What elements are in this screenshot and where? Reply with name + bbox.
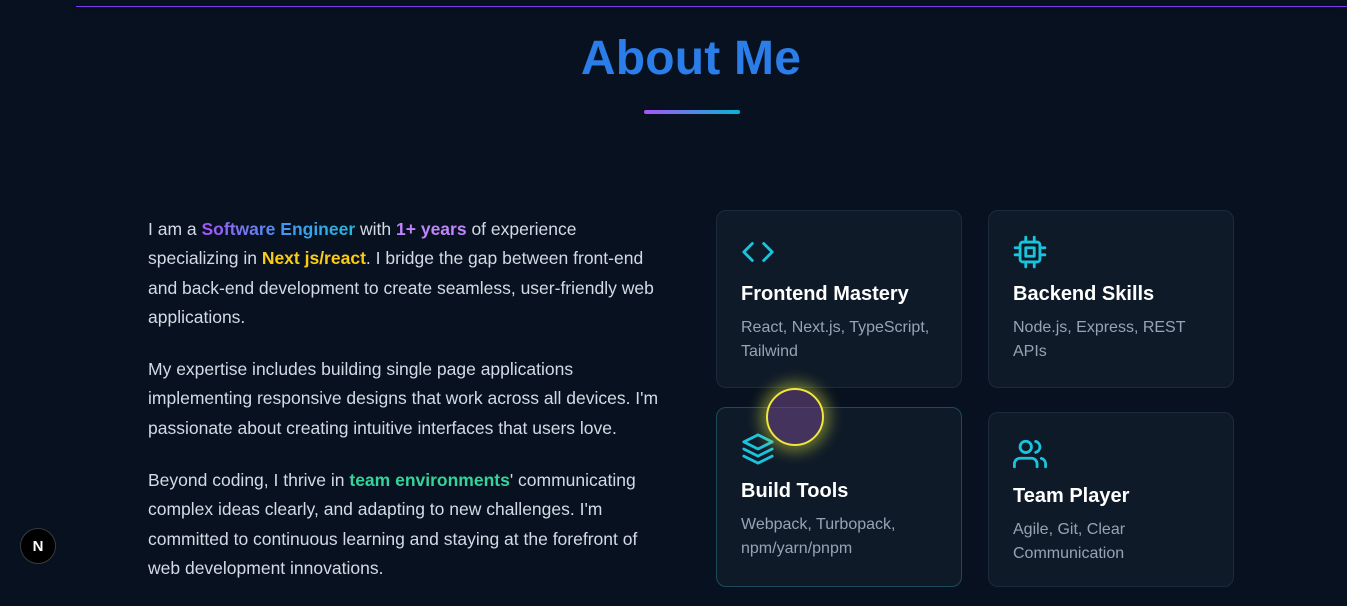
card-description: Webpack, Turbopack, npm/yarn/pnpm [741,516,896,557]
highlight-role: Software Engineer [201,219,356,239]
about-paragraph-1: I am a Software Engineer with 1+ years o… [148,219,654,327]
section-title: About Me [580,32,802,85]
card-title: Frontend Mastery [741,283,909,305]
header-divider [76,6,1347,7]
card-description: Node.js, Express, REST APIs [1013,319,1186,360]
code-icon [741,235,775,269]
skill-card-team-player[interactable]: Team Player Agile, Git, Clear Communicat… [988,412,1234,587]
card-title: Team Player [1013,485,1130,507]
highlight-team: team environments [349,470,510,491]
about-paragraph-2: My expertise includes building single pa… [148,359,659,438]
skill-card-backend[interactable]: Backend Skills Node.js, Express, REST AP… [988,210,1234,388]
next-logo-icon: N [32,537,44,555]
about-text: I am a Software Engineer with 1+ years o… [148,215,668,606]
skill-card-frontend[interactable]: Frontend Mastery React, Next.js, TypeScr… [716,210,962,388]
card-title: Build Tools [741,480,849,502]
highlight-stack: Next js/react [261,248,366,269]
users-icon [1013,437,1047,471]
card-title: Backend Skills [1013,283,1155,305]
layers-icon [741,432,775,466]
nextjs-dev-indicator[interactable]: N [20,528,56,564]
highlight-years: 1+ years [396,219,467,239]
about-paragraph-3: Beyond coding, I thrive in team environm… [148,470,638,578]
cpu-chip-icon [1013,235,1047,269]
title-underline [644,110,740,114]
skill-card-build-tools[interactable]: Build Tools Webpack, Turbopack, npm/yarn… [716,407,962,587]
card-description: React, Next.js, TypeScript, Tailwind [741,319,930,360]
cursor-highlight [766,388,824,446]
card-description: Agile, Git, Clear Communication [1013,521,1126,562]
